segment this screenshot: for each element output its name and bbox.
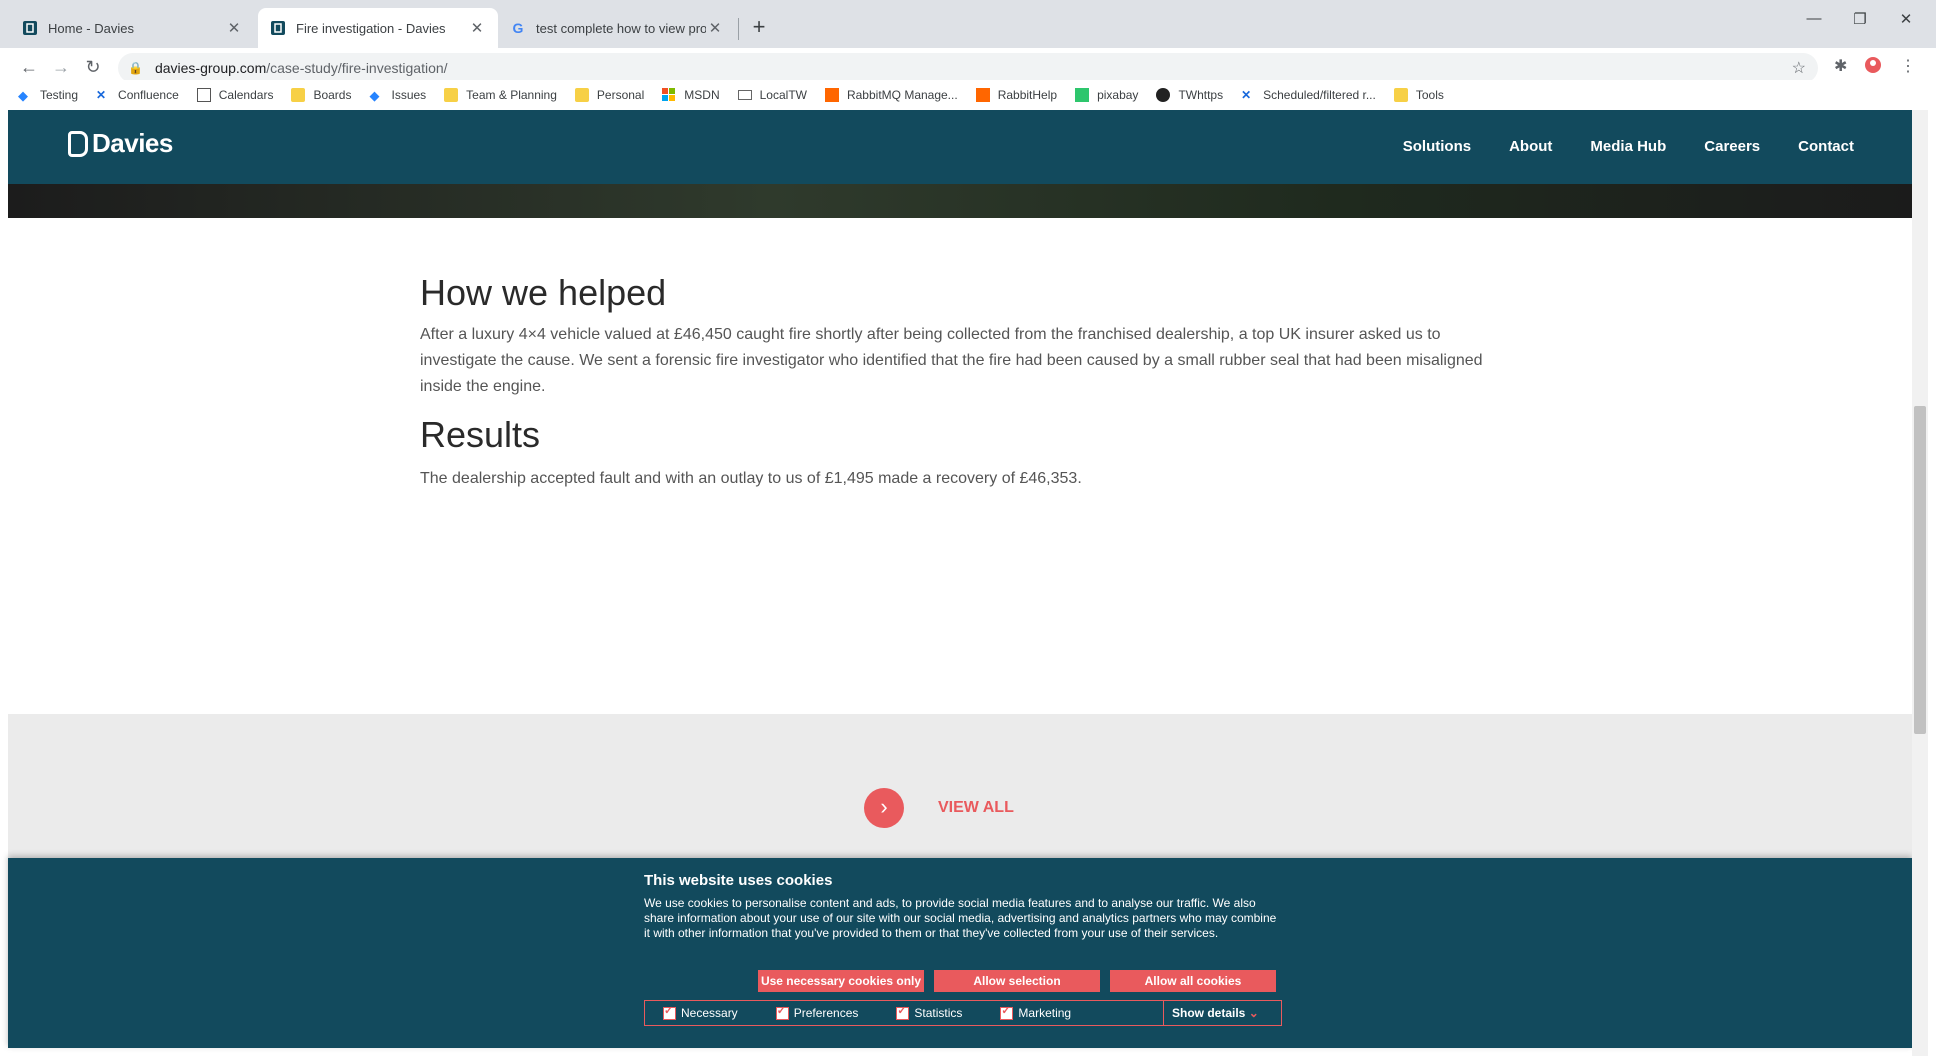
new-tab-button[interactable]: +: [745, 14, 773, 42]
tab-title: Fire investigation - Davies: [296, 20, 446, 36]
chevron-down-icon: ⌄: [1248, 1006, 1259, 1020]
tab-title: test complete how to view projec: [536, 20, 706, 36]
cookie-banner: This website uses cookies We use cookies…: [8, 858, 1912, 1048]
checkbox-marketing[interactable]: Marketing: [1000, 1004, 1071, 1020]
restore-icon[interactable]: ❐: [1840, 10, 1880, 28]
bookmark-confluence[interactable]: ✕ Confluence: [96, 88, 179, 102]
davies-favicon-icon: [270, 20, 286, 36]
folder-icon: [574, 88, 589, 102]
bookmark-star-icon[interactable]: ☆: [1792, 58, 1806, 78]
tab-home[interactable]: Home - Davies ✕: [10, 8, 255, 48]
menu-kebab-icon[interactable]: ⋮: [1900, 56, 1916, 76]
calendar-icon: [196, 88, 211, 102]
minimize-icon[interactable]: —: [1794, 10, 1834, 27]
show-details-button[interactable]: Show details ⌄: [1163, 1001, 1281, 1025]
nav-media-hub[interactable]: Media Hub: [1590, 138, 1666, 155]
page-scrollbar[interactable]: [1912, 110, 1928, 1056]
nav-about[interactable]: About: [1509, 138, 1552, 155]
address-bar[interactable]: 🔒 davies-group.com/case-study/fire-inves…: [118, 53, 1818, 83]
info-icon: [1156, 88, 1171, 102]
close-tab-icon[interactable]: ✕: [706, 19, 724, 37]
case-study-content: How we helped After a luxury 4×4 vehicle…: [420, 272, 1520, 492]
bookmark-msdn[interactable]: MSDN: [662, 88, 720, 102]
chevron-right-icon[interactable]: ›: [864, 788, 904, 828]
nav-careers[interactable]: Careers: [1704, 138, 1760, 155]
bookmark-rabbitmq-manage[interactable]: RabbitMQ Manage...: [824, 88, 958, 102]
checkbox-checked-icon: [896, 1004, 910, 1020]
laptop-icon: [737, 90, 752, 100]
folder-icon: [291, 88, 306, 102]
paragraph-results: The dealership accepted fault and with a…: [420, 470, 1082, 487]
davies-logo-icon: [68, 130, 88, 157]
back-icon[interactable]: ←: [14, 52, 44, 82]
cookie-options: Necessary Preferences Statistics Marketi…: [644, 1000, 1282, 1026]
nav-solutions[interactable]: Solutions: [1403, 138, 1471, 155]
confluence-icon: ✕: [1241, 88, 1252, 102]
bookmark-calendars[interactable]: Calendars: [196, 88, 273, 102]
bookmark-boards[interactable]: Boards: [291, 88, 351, 102]
jira-icon: ◆: [18, 88, 28, 103]
bookmarks-bar: ◆ Testing ✕ Confluence Calendars Boards ◆ I…: [0, 80, 1936, 110]
checkbox-preferences[interactable]: Preferences: [775, 1004, 858, 1020]
bookmark-scheduled-filtered[interactable]: ✕ Scheduled/filtered r...: [1241, 88, 1376, 102]
folder-icon: [1393, 88, 1408, 102]
tab-google-search[interactable]: G test complete how to view projec ✕: [498, 8, 736, 48]
tab-strip: Home - Davies ✕ Fire investigation - Dav…: [0, 0, 1936, 48]
extensions-icon[interactable]: ✱: [1834, 56, 1847, 76]
main-nav: Solutions About Media Hub Careers Contac…: [1365, 138, 1854, 155]
checkbox-checked-icon: [1000, 1004, 1014, 1020]
bookmark-localtw[interactable]: LocalTW: [737, 88, 807, 102]
bookmark-rabbithelp[interactable]: RabbitHelp: [975, 88, 1057, 102]
bookmark-pixabay[interactable]: pixabay: [1075, 88, 1138, 102]
forward-icon[interactable]: →: [46, 52, 76, 82]
tab-separator: [738, 18, 739, 40]
hero-image: [8, 184, 1912, 218]
scrollbar-thumb[interactable]: [1914, 406, 1926, 734]
cookie-text: We use cookies to personalise content an…: [644, 896, 1277, 940]
bookmark-issues[interactable]: ◆ Issues: [369, 88, 426, 103]
site-header: Davies Solutions About Media Hub Careers…: [8, 110, 1912, 184]
bookmark-twhttps[interactable]: TWhttps: [1156, 88, 1223, 102]
pixabay-icon: [1075, 88, 1090, 102]
google-favicon-icon: G: [512, 20, 524, 36]
use-necessary-cookies-button[interactable]: Use necessary cookies only: [758, 970, 924, 992]
checkbox-statistics[interactable]: Statistics: [896, 1004, 962, 1020]
reload-icon[interactable]: ↻: [78, 52, 108, 82]
rabbitmq-icon: [824, 88, 839, 102]
rabbitmq-icon: [975, 88, 990, 102]
checkbox-necessary[interactable]: Necessary: [663, 1004, 738, 1020]
nav-contact[interactable]: Contact: [1798, 138, 1854, 155]
close-tab-icon[interactable]: ✕: [225, 19, 243, 37]
heading-how-we-helped: How we helped: [420, 272, 667, 313]
related-section: [8, 714, 1912, 858]
allow-selection-button[interactable]: Allow selection: [934, 970, 1100, 992]
view-all-link[interactable]: › VIEW ALL: [864, 788, 1014, 828]
cookie-title: This website uses cookies: [644, 872, 833, 889]
folder-icon: [444, 88, 459, 102]
microsoft-icon: [662, 88, 676, 102]
bookmark-testing[interactable]: ◆ Testing: [18, 88, 78, 103]
lock-icon: 🔒: [128, 61, 143, 75]
bookmark-tools[interactable]: Tools: [1393, 88, 1444, 102]
allow-all-cookies-button[interactable]: Allow all cookies: [1110, 970, 1276, 992]
profile-avatar[interactable]: [1864, 56, 1882, 79]
close-window-icon[interactable]: ✕: [1886, 10, 1926, 28]
davies-favicon-icon: [22, 20, 38, 36]
paragraph-how-we-helped: After a luxury 4×4 vehicle valued at £46…: [420, 326, 1483, 395]
jira-icon: ◆: [369, 88, 380, 103]
heading-results: Results: [420, 414, 541, 455]
checkbox-checked-icon: [663, 1004, 676, 1020]
browser-chrome: Home - Davies ✕ Fire investigation - Dav…: [0, 0, 1936, 110]
bookmark-personal[interactable]: Personal: [574, 88, 644, 102]
tab-title: Home - Davies: [48, 20, 134, 36]
close-tab-icon[interactable]: ✕: [468, 19, 486, 37]
url-text: davies-group.com/case-study/fire-investi…: [154, 60, 448, 76]
bookmark-team-planning[interactable]: Team & Planning: [444, 88, 557, 102]
confluence-icon: ✕: [96, 88, 107, 102]
davies-logo[interactable]: Davies: [68, 128, 173, 159]
tab-fire-investigation[interactable]: Fire investigation - Davies ✕: [258, 8, 498, 48]
checkbox-checked-icon: [775, 1004, 789, 1020]
view-all-label[interactable]: VIEW ALL: [938, 799, 1014, 817]
